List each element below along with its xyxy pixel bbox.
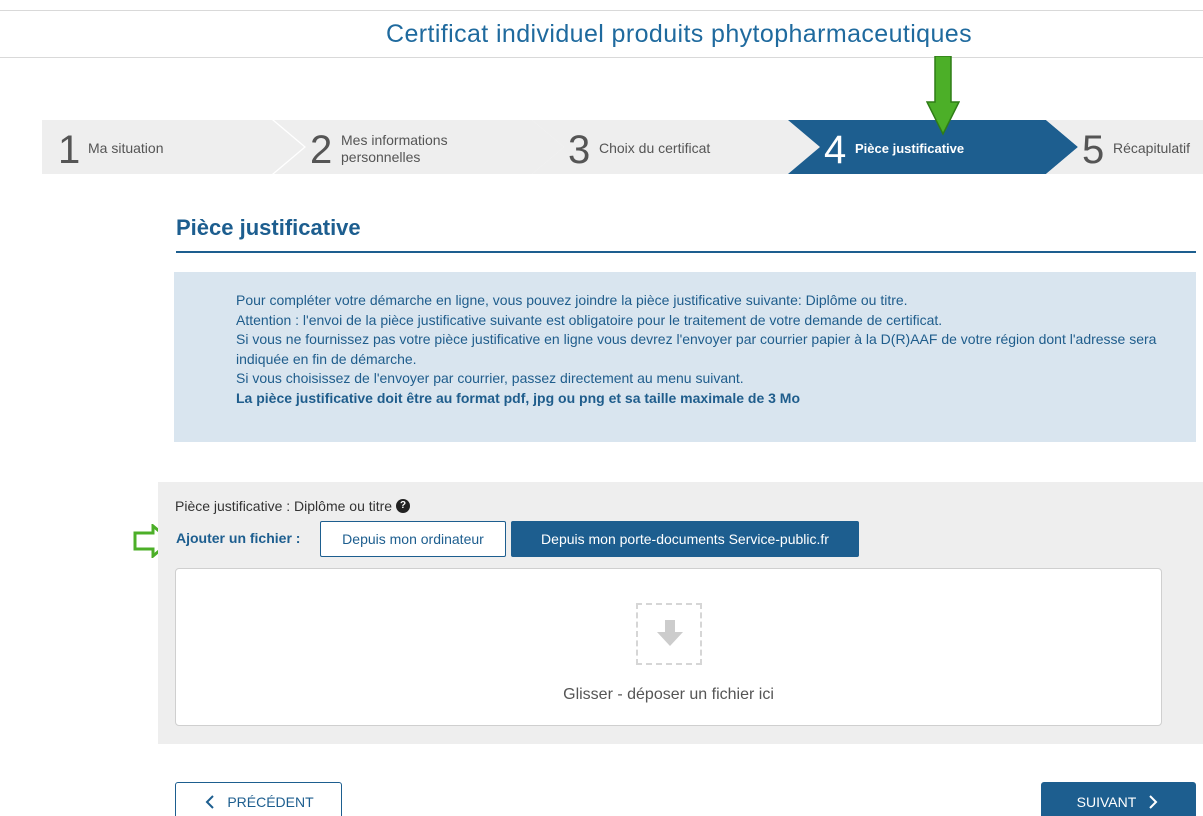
next-button-label: SUIVANT <box>1076 794 1137 810</box>
info-text: Pour compléter votre démarche en ligne, … <box>236 291 1186 409</box>
step-3-number: 3 <box>568 128 591 172</box>
dropzone-text: Glisser - déposer un fichier ici <box>563 686 774 703</box>
info-line-4: Si vous choisissez de l'envoyer par cour… <box>236 370 744 387</box>
step-1-label: Ma situation <box>88 140 164 156</box>
step-5-label: Récapitulatif <box>1113 140 1191 156</box>
download-arrow-icon <box>657 620 683 646</box>
step-5: 5 Récapitulatif <box>1046 120 1203 174</box>
info-line-3: Si vous ne fournissez pas votre pièce ju… <box>236 331 1157 367</box>
chevron-left-icon <box>205 795 215 809</box>
step-3-label: Choix du certificat <box>599 140 711 156</box>
title-divider <box>0 57 1203 58</box>
step-2-number: 2 <box>310 128 333 172</box>
info-line-1: Pour compléter votre démarche en ligne, … <box>236 292 908 308</box>
chevron-right-icon <box>1149 795 1158 809</box>
page-title: Certificat individuel produits phytophar… <box>386 20 972 48</box>
step-1: 1 Ma situation <box>42 120 304 174</box>
previous-button-label: PRÉCÉDENT <box>227 794 314 810</box>
upload-from-computer-button[interactable]: Depuis mon ordinateur <box>320 521 506 557</box>
step-2-label-line2: personnelles <box>341 149 421 165</box>
step-4-label: Pièce justificative <box>855 141 965 156</box>
next-button[interactable]: SUIVANT <box>1041 782 1196 816</box>
step-4-number: 4 <box>824 128 847 172</box>
section-divider <box>176 251 1196 253</box>
info-box: Pour compléter votre démarche en ligne, … <box>174 272 1196 442</box>
document-label-text: Pièce justificative : Diplôme ou titre <box>175 498 393 514</box>
step-2: 2 Mes informations personnelles <box>274 120 564 174</box>
top-rule <box>0 10 1203 11</box>
step-1-bg <box>42 120 304 174</box>
upload-from-service-public-button[interactable]: Depuis mon porte-documents Service-publi… <box>511 521 859 557</box>
question-circle-icon[interactable]: ? <box>396 499 411 513</box>
step-5-number: 5 <box>1082 128 1105 172</box>
section-title: Pièce justificative <box>176 215 361 240</box>
file-dropzone[interactable]: Glisser - déposer un fichier ici <box>175 568 1162 726</box>
document-label: Pièce justificative : Diplôme ou titre ? <box>175 498 411 514</box>
stepper: 1 Ma situation 2 Mes informations person… <box>42 120 1203 174</box>
green-down-arrow-icon <box>926 56 960 136</box>
drop-icon-frame <box>636 603 702 665</box>
info-line-2: Attention : l'envoi de la pièce justific… <box>236 311 943 328</box>
step-1-number: 1 <box>58 128 81 172</box>
previous-button[interactable]: PRÉCÉDENT <box>175 782 342 816</box>
add-file-label: Ajouter un fichier : <box>176 530 301 546</box>
step-2-label-line1: Mes informations <box>341 132 448 148</box>
step-3: 3 Choix du certificat <box>532 120 822 174</box>
info-format-requirement: La pièce justificative doit être au form… <box>236 389 801 406</box>
